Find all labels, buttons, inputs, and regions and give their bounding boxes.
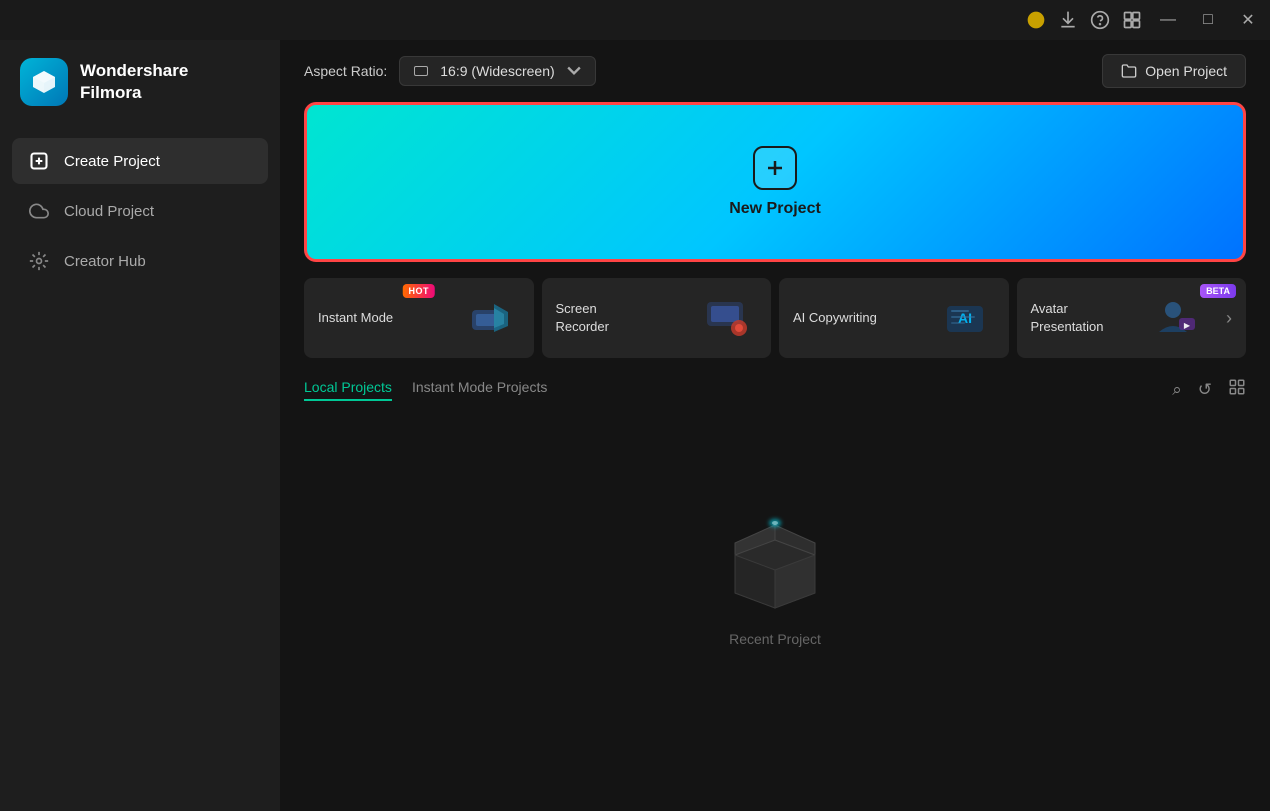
projects-section: Local Projects Instant Mode Projects ⌕ ↺: [304, 378, 1246, 401]
download-icon[interactable]: [1058, 10, 1078, 30]
app-name: Wondershare Filmora: [80, 60, 188, 104]
screen-recorder-label: Screen Recorder: [556, 300, 646, 336]
create-project-label: Create Project: [64, 153, 160, 170]
open-project-label: Open Project: [1145, 63, 1227, 79]
cloud-project-icon: [28, 200, 50, 222]
open-project-button[interactable]: Open Project: [1102, 54, 1246, 88]
quick-card-screen-recorder[interactable]: Screen Recorder: [542, 278, 772, 358]
empty-label: Recent Project: [729, 631, 821, 647]
svg-text:▶: ▶: [1184, 321, 1191, 330]
app-logo: Wondershare Filmora: [0, 40, 280, 130]
support-icon[interactable]: [1090, 10, 1110, 30]
aspect-ratio-row: Aspect Ratio: 16:9 (Widescreen): [304, 56, 596, 86]
maximize-button[interactable]: □: [1194, 6, 1222, 34]
creator-hub-label: Creator Hub: [64, 253, 146, 270]
notification-icon[interactable]: !: [1026, 10, 1046, 30]
grid-view-icon[interactable]: [1228, 378, 1246, 401]
header-bar: Aspect Ratio: 16:9 (Widescreen) Open Pro…: [280, 40, 1270, 102]
search-icon[interactable]: ⌕: [1172, 380, 1182, 400]
tabs-row: Local Projects Instant Mode Projects ⌕ ↺: [304, 378, 1246, 401]
tabs-actions: ⌕ ↺: [1172, 378, 1246, 401]
instant-mode-label: Instant Mode: [318, 309, 393, 327]
monitor-icon: [414, 66, 428, 76]
logo-icon: [20, 58, 68, 106]
minimize-button[interactable]: —: [1154, 6, 1182, 34]
main-content: Aspect Ratio: 16:9 (Widescreen) Open Pro…: [280, 0, 1270, 811]
screen-recorder-visual: [701, 290, 757, 346]
layout-icon[interactable]: [1122, 10, 1142, 30]
chevron-right-icon: ›: [1226, 308, 1232, 329]
aspect-ratio-dropdown[interactable]: 16:9 (Widescreen): [399, 56, 595, 86]
new-project-icon: [753, 146, 797, 190]
ai-copywriting-visual: AI: [939, 290, 995, 346]
sidebar-item-cloud-project[interactable]: Cloud Project: [12, 188, 268, 234]
folder-icon: [1121, 63, 1137, 79]
sidebar-item-create-project[interactable]: Create Project: [12, 138, 268, 184]
cloud-project-label: Cloud Project: [64, 203, 154, 220]
empty-state: Recent Project: [280, 401, 1270, 811]
hot-badge: HOT: [403, 284, 436, 298]
aspect-ratio-label: Aspect Ratio:: [304, 63, 387, 79]
tab-local-projects[interactable]: Local Projects: [304, 379, 392, 401]
plus-icon: [763, 156, 787, 180]
quick-card-instant-mode[interactable]: HOT Instant Mode: [304, 278, 534, 358]
svg-text:!: !: [1034, 15, 1037, 26]
quick-cards: HOT Instant Mode Screen Recorder: [304, 278, 1246, 358]
empty-box-icon: [715, 505, 835, 615]
refresh-icon[interactable]: ↺: [1198, 380, 1212, 400]
avatar-presentation-visual: ▶: [1145, 290, 1201, 346]
avatar-presentation-label: Avatar Presentation: [1031, 300, 1121, 336]
quick-card-ai-copywriting[interactable]: AI Copywriting AI: [779, 278, 1009, 358]
sidebar: Wondershare Filmora Create Project Cloud…: [0, 0, 280, 811]
ai-copywriting-label: AI Copywriting: [793, 309, 877, 327]
sidebar-nav: Create Project Cloud Project Creator Hub: [0, 130, 280, 292]
tab-instant-mode-projects[interactable]: Instant Mode Projects: [412, 379, 547, 401]
projects-tabs: Local Projects Instant Mode Projects: [304, 379, 547, 401]
create-project-icon: [28, 150, 50, 172]
new-project-label: New Project: [729, 200, 821, 218]
instant-mode-visual: [464, 290, 520, 346]
aspect-ratio-value: 16:9 (Widescreen): [440, 63, 554, 79]
titlebar-icons: ! — □ ✕: [1026, 6, 1262, 34]
chevron-down-icon: [567, 64, 581, 78]
new-project-banner[interactable]: New Project: [304, 102, 1246, 262]
sidebar-item-creator-hub[interactable]: Creator Hub: [12, 238, 268, 284]
creator-hub-icon: [28, 250, 50, 272]
quick-card-avatar-presentation[interactable]: BETA Avatar Presentation ▶ ›: [1017, 278, 1247, 358]
close-button[interactable]: ✕: [1234, 6, 1262, 34]
titlebar: ! — □ ✕: [0, 0, 1270, 40]
beta-badge: BETA: [1200, 284, 1236, 298]
